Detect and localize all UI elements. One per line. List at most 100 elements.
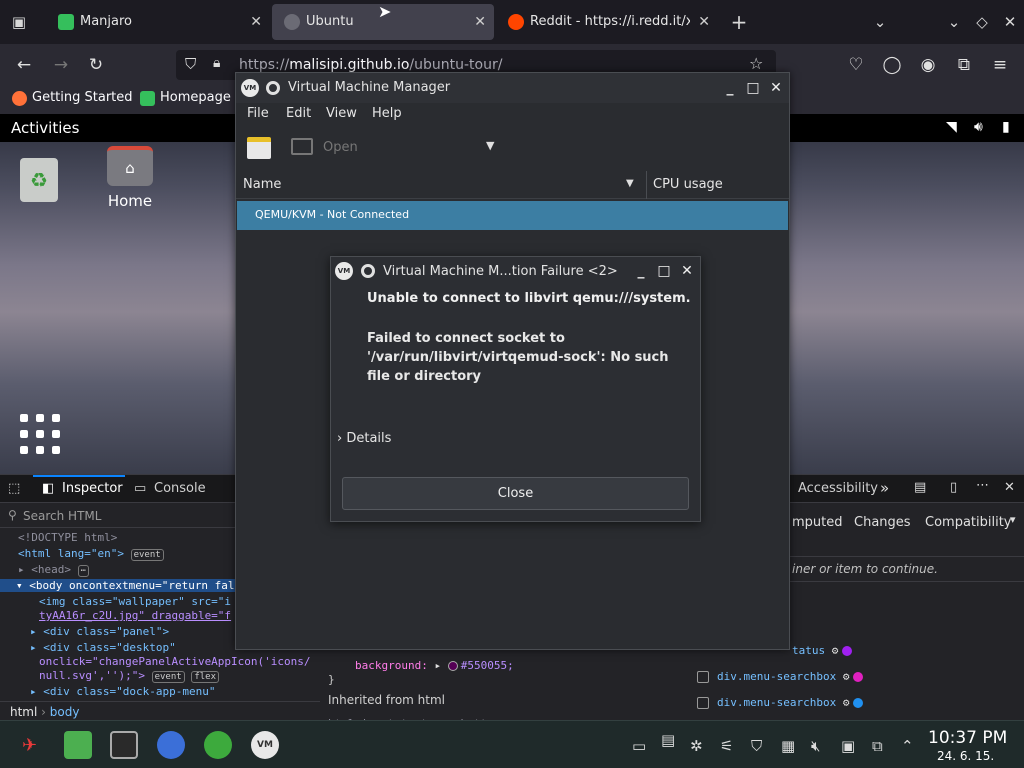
dropdown-arrow-icon[interactable]: ▼ [486,139,494,152]
account-icon[interactable]: ◉ [917,54,939,76]
split-console-icon[interactable]: ▤ [914,480,926,495]
markup-line[interactable]: ▸ <div class="panel"> [30,625,169,638]
markup-line[interactable]: ▸ <head> ⋯ [18,563,90,577]
forward-icon[interactable]: → [50,54,72,76]
tab-reddit[interactable]: Reddit - https://i.redd.it/x ✕ [496,4,718,40]
bookmark-homepage[interactable]: Homepage [140,90,231,106]
highlight-icon[interactable]: ⚙ [843,670,850,683]
tab-accessibility[interactable]: Accessibility [798,481,878,496]
color-swatch-icon[interactable] [447,661,458,671]
markup-line-selected[interactable]: ▾ <body oncontextmenu="return fal [0,579,235,592]
software-update-icon[interactable] [204,731,232,759]
restore-icon[interactable]: ◇ [972,12,992,32]
flex-badge[interactable]: flex [191,671,219,683]
markup-line[interactable]: tyAA16r_c2U.jpg" draggable="f [39,609,231,622]
tab-manjaro[interactable]: Manjaro ✕ [46,4,270,40]
markup-line[interactable]: <!DOCTYPE html> [18,531,117,544]
vm-list-row-qemu-kvm[interactable]: QEMU/KVM - Not Connected [237,201,788,230]
wifi-icon[interactable]: ◥ [946,119,957,135]
color-dot[interactable] [842,646,853,656]
bookmark-star-icon[interactable]: ☆ [749,54,763,73]
column-name[interactable]: Name [243,177,281,192]
save-icon[interactable]: ▣ [841,737,855,755]
lock-icon[interactable]: 🔒︎ [213,55,220,71]
new-tab-icon[interactable]: + [729,12,749,32]
color-dot[interactable] [853,698,864,708]
maximize-button[interactable]: □ [656,263,672,279]
pin-icon[interactable] [361,264,375,278]
clipboard-icon[interactable]: ▦ [781,737,795,755]
screen-icon[interactable]: ▭ [632,737,646,755]
volume-icon[interactable]: 🔊︎ [974,119,983,135]
show-applications-icon[interactable] [20,414,62,456]
settings-manager-icon[interactable] [64,731,92,759]
tab-compatibility[interactable]: Compatibility [925,515,1012,530]
close-icon[interactable]: ✕ [1000,12,1020,32]
css-declaration[interactable]: background: ▸ #550055; [355,659,514,672]
terminal-icon[interactable] [110,731,138,759]
highlight-icon[interactable]: ⚙ [843,696,850,709]
chevron-down-icon[interactable]: ⌄ [870,12,890,32]
dialog-titlebar[interactable]: VM Virtual Machine M...tion Failure <2> … [331,257,700,285]
close-button[interactable]: ✕ [768,80,784,96]
volume-muted-icon[interactable]: 🔇︎ [811,737,820,755]
checkbox[interactable] [697,697,709,709]
details-expander[interactable]: › Details [337,431,391,446]
responsive-design-icon[interactable]: ▯ [950,480,957,495]
extension-circle-icon[interactable]: ◯ [881,54,903,76]
storage-icon[interactable]: ▤ [661,731,675,749]
tab-changes[interactable]: Changes [854,515,911,530]
open-button[interactable]: Open [323,140,358,155]
markup-line[interactable]: <img class="wallpaper" src="i [39,595,231,608]
grid-item-row[interactable]: div.menu-searchbox ⚙ [697,670,864,683]
clock-time[interactable]: 10:37 PM [928,728,1007,748]
more-tabs-icon[interactable]: » [880,479,889,497]
menu-view[interactable]: View [326,106,357,121]
tab-inspector[interactable]: ◧ Inspector [42,481,123,496]
event-badge[interactable]: event [130,549,164,561]
element-picker-icon[interactable]: ⬚ [8,481,20,496]
more-options-icon[interactable]: ⋯ [976,478,989,493]
checkbox[interactable] [697,671,709,683]
reload-icon[interactable]: ↻ [85,54,107,76]
breadcrumb-item-html[interactable]: html [10,705,37,719]
minimize-button[interactable]: _ [633,263,649,279]
tab-close-icon[interactable]: ✕ [250,4,262,40]
back-icon[interactable]: ← [13,54,35,76]
new-vm-icon[interactable] [247,137,271,159]
window-titlebar[interactable]: VM Virtual Machine Manager _ □ ✕ [236,73,789,103]
activities-button[interactable]: Activities [11,119,79,137]
desktop-icon-trash[interactable]: ♻ [20,158,60,202]
color-dot[interactable] [853,672,864,682]
column-cpu-usage[interactable]: CPU usage [653,177,723,192]
markup-line[interactable]: ▸ <div class="desktop" [30,641,176,654]
menu-help[interactable]: Help [372,106,402,121]
shield-icon[interactable]: ⛉ [185,55,196,73]
menu-file[interactable]: File [247,106,269,121]
close-button[interactable]: ✕ [679,263,695,279]
close-button[interactable]: Close [342,477,689,510]
extensions-icon[interactable]: ⧉ [953,54,975,76]
markup-line[interactable]: onclick="changePanelActiveAppIcon('icons… [39,655,311,668]
desktop-icon-home[interactable]: ⌂ Home [100,146,160,210]
display-icon[interactable]: ⧉ [872,737,883,755]
bookmark-getting-started[interactable]: Getting Started [12,90,133,106]
application-launcher-icon[interactable]: ✈ [22,735,37,756]
tray-expand-icon[interactable]: ⌃ [901,737,914,755]
network-icon[interactable]: ⚟ [720,737,733,755]
battery-icon[interactable]: ▮ [1002,119,1010,135]
minimize-button[interactable]: _ [722,80,738,96]
chevron-down-icon[interactable]: ▾ [1010,513,1016,526]
markup-line[interactable]: ▸ <div class="dock-app-menu" [30,685,215,698]
menu-edit[interactable]: Edit [286,106,311,121]
maximize-button[interactable]: □ [745,80,761,96]
markup-line[interactable]: <html lang="en"> event [18,547,164,561]
grid-item-row[interactable]: div.menu-searchbox ⚙ [697,696,864,709]
highlight-icon[interactable]: ⚙ [832,644,839,657]
security-shield-icon[interactable]: ⛉ [751,737,762,755]
pocket-icon[interactable]: ♡ [845,54,867,76]
kde-connect-icon[interactable]: ✲ [690,737,703,755]
url-text[interactable]: https://malisipi.github.io/ubuntu-tour/ [239,57,502,73]
virt-manager-icon[interactable]: VM [251,731,279,759]
close-devtools-icon[interactable]: ✕ [1004,480,1015,495]
